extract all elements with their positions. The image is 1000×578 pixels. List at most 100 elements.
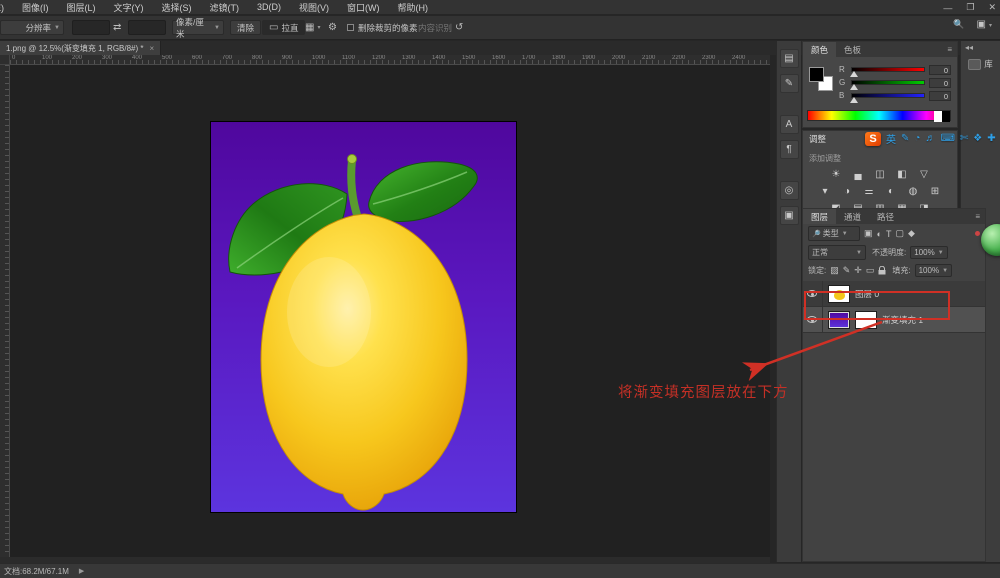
menu-edit[interactable]: 编辑(E)	[0, 1, 13, 14]
slider-value[interactable]: 0	[929, 78, 951, 88]
black-swatch[interactable]	[942, 111, 950, 122]
paragraph-panel-icon[interactable]: ¶	[780, 140, 799, 159]
horizontal-ruler[interactable]: 0100200300400500600700800900100011001200…	[10, 55, 770, 65]
slider-track[interactable]	[851, 67, 925, 72]
clock-icon[interactable]: ◔	[914, 133, 920, 144]
search-icon[interactable]: 🔍	[953, 19, 964, 30]
crop-height-input[interactable]	[128, 20, 166, 35]
info-panel-icon[interactable]: ◎	[780, 181, 799, 200]
layer-mask-thumbnail[interactable]	[855, 311, 877, 329]
tab-swatches[interactable]: 色板	[836, 42, 869, 57]
sogou-logo[interactable]: S	[865, 132, 881, 146]
image-canvas[interactable]	[211, 122, 516, 512]
tab-layers[interactable]: 图层	[803, 209, 836, 224]
overlay-options-button[interactable]: ▦▾	[305, 20, 320, 35]
layer-name[interactable]: 图层 0	[855, 288, 879, 300]
crop-preset-dropdown[interactable]: 分辨率▼	[0, 20, 64, 35]
skin-icon[interactable]: ❖	[973, 133, 982, 144]
layer-row-tuceng0[interactable]: 图层 0	[803, 281, 985, 307]
voice-icon[interactable]: ♬	[925, 133, 935, 144]
adjustment-icon[interactable]: ⚌	[862, 185, 877, 198]
color-spectrum-ramp[interactable]	[807, 110, 951, 121]
menu-select[interactable]: 选择(S)	[153, 1, 201, 14]
color-slider-r[interactable]: R0	[839, 63, 951, 76]
slider-thumb-icon[interactable]	[850, 84, 858, 90]
menu-3d[interactable]: 3D(D)	[248, 2, 290, 12]
menu-layer[interactable]: 图层(L)	[58, 1, 105, 14]
layer-row-gradient-fill[interactable]: 渐变填充 1	[803, 307, 985, 333]
character-panel-icon[interactable]: A	[780, 115, 799, 134]
straighten-button[interactable]: ▭ 拉直	[262, 20, 305, 35]
workspace-switcher[interactable]: ▣▾	[977, 19, 992, 30]
lock-position-icon[interactable]: ✛	[854, 265, 862, 276]
adjustment-icon[interactable]: ⊞	[928, 185, 943, 198]
history-panel-icon[interactable]: ▤	[780, 49, 799, 68]
tab-channels[interactable]: 通道	[836, 209, 869, 224]
slider-track[interactable]	[851, 93, 925, 98]
menu-filter[interactable]: 滤镜(T)	[201, 1, 249, 14]
properties-panel-icon[interactable]: ✎	[780, 74, 799, 93]
document-tab[interactable]: 1.png @ 12.5%(渐变填充 1, RGB/8#) * ×	[0, 41, 161, 55]
slider-value[interactable]: 0	[929, 91, 951, 101]
filter-adjustment-layers-icon[interactable]: ◐	[877, 229, 882, 239]
adjustment-icon[interactable]: ▾	[818, 185, 833, 198]
maximize-button[interactable]: ❐	[966, 2, 974, 13]
filter-pixel-layers-icon[interactable]: ▣	[864, 228, 873, 239]
layer-filter-dropdown[interactable]: 🔎 类型 ▼	[808, 226, 860, 241]
blend-mode-dropdown[interactable]: 正常▼	[808, 245, 866, 260]
filter-type-layers-icon[interactable]: T	[886, 229, 892, 239]
layer-name[interactable]: 渐变填充 1	[882, 314, 923, 326]
lock-artboard-icon[interactable]: ▭	[866, 265, 875, 276]
toolbox-icon[interactable]: ✚	[987, 133, 995, 144]
keyboard-icon[interactable]: ⌨	[940, 133, 954, 144]
filter-shape-layers-icon[interactable]: ▢	[895, 228, 904, 239]
canvas-pasteboard[interactable]	[10, 65, 770, 557]
slider-value[interactable]: 0	[929, 65, 951, 75]
collapse-panels-icon[interactable]: ◂◂	[965, 43, 973, 52]
menu-type[interactable]: 文字(Y)	[105, 1, 153, 14]
lock-transparency-icon[interactable]: ▨	[830, 265, 839, 276]
delete-cropped-pixels-checkbox[interactable]: 删除裁剪的像素	[347, 20, 418, 35]
crop-settings-button[interactable]: ⚙	[328, 20, 337, 35]
fill-dropdown[interactable]: 100%▼	[915, 264, 952, 277]
tab-close-icon[interactable]: ×	[150, 44, 155, 53]
libraries-panel-button[interactable]: 库	[967, 58, 995, 70]
screenshot-icon[interactable]: ✄	[960, 133, 968, 144]
crop-width-input[interactable]	[72, 20, 110, 35]
opacity-dropdown[interactable]: 100%▼	[910, 246, 947, 259]
visibility-eye-icon[interactable]	[807, 316, 817, 323]
color-slider-g[interactable]: G0	[839, 76, 951, 89]
foreground-color-swatch[interactable]	[809, 67, 824, 82]
adjustment-icon[interactable]: ◧	[895, 168, 910, 181]
minimize-button[interactable]: —	[943, 3, 952, 13]
vertical-ruler[interactable]	[0, 65, 10, 562]
slider-thumb-icon[interactable]	[850, 97, 858, 103]
resolution-unit-dropdown[interactable]: 像素/厘米▼	[172, 20, 224, 35]
clear-button[interactable]: 清除	[230, 20, 261, 35]
panel-menu-icon[interactable]: ≡	[975, 212, 985, 221]
adjustment-icon[interactable]: ◍	[906, 185, 921, 198]
ruler-origin-box[interactable]	[0, 55, 10, 65]
adjustment-icon[interactable]: ▽	[917, 168, 932, 181]
menu-view[interactable]: 视图(V)	[290, 1, 338, 14]
gradient-fill-thumbnail[interactable]	[828, 311, 850, 329]
slider-thumb-icon[interactable]	[850, 71, 858, 77]
slider-track[interactable]	[851, 80, 925, 85]
tab-color[interactable]: 颜色	[803, 42, 836, 57]
close-button[interactable]: ✕	[988, 2, 996, 13]
adjustment-icon[interactable]: ▄	[851, 168, 866, 181]
filter-smart-objects-icon[interactable]: ◆	[908, 228, 915, 239]
lock-all-icon[interactable]	[878, 266, 886, 275]
white-swatch[interactable]	[934, 111, 942, 122]
reset-tool-button[interactable]: ↺	[455, 20, 463, 35]
visibility-eye-icon[interactable]	[807, 290, 817, 297]
status-expand-icon[interactable]: ▶	[79, 567, 84, 575]
adjustment-icon[interactable]: ◑	[840, 185, 855, 198]
tab-paths[interactable]: 路径	[869, 209, 902, 224]
color-slider-b[interactable]: B0	[839, 89, 951, 102]
language-mode-icon[interactable]: 英	[886, 131, 896, 146]
filter-toggle[interactable]	[975, 231, 980, 236]
histogram-panel-icon[interactable]: ▣	[780, 206, 799, 225]
panel-menu-icon[interactable]: ≡	[947, 45, 957, 54]
menu-window[interactable]: 窗口(W)	[338, 1, 389, 14]
